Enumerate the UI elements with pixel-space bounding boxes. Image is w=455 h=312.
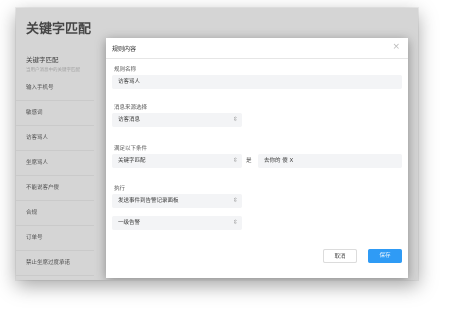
chevron-updown-icon: ⇳ (232, 197, 238, 204)
action-select-value: 发送事件到告警记录面板 (118, 198, 179, 204)
condition-label: 满足以下条件 (114, 146, 148, 152)
condition-type-select[interactable]: 关键字匹配 ⇳ (112, 154, 242, 168)
chevron-updown-icon: ⇳ (232, 157, 238, 164)
rule-name-field[interactable]: 访客骂人 (112, 75, 402, 89)
cancel-button[interactable]: 取消 (323, 249, 357, 263)
action-select[interactable]: 发送事件到告警记录面板 ⇳ (112, 194, 242, 208)
app-window: 关键字匹配 关键字匹配 当用户消息中的关键字匹配 输入手机号 敏感词 访客骂人 … (16, 8, 418, 280)
close-icon[interactable]: × (392, 42, 400, 52)
chevron-updown-icon: ⇳ (232, 219, 238, 226)
source-select[interactable]: 访客消息 ⇳ (112, 113, 242, 127)
condition-value-field[interactable]: 去你的 傻 X (258, 154, 402, 168)
condition-operator: 是 (246, 158, 252, 164)
source-label: 消息来源选择 (114, 105, 148, 111)
execute-label: 执行 (114, 186, 126, 192)
rule-dialog: 规则内容 × 规则名称 访客骂人 消息来源选择 访客消息 ⇳ 满足以下条件 关键… (106, 38, 408, 278)
chevron-updown-icon: ⇳ (232, 116, 238, 123)
level-select-value: 一级告警 (118, 220, 141, 226)
dialog-header: 规则内容 × (106, 38, 408, 59)
dialog-title: 规则内容 (112, 46, 137, 53)
rule-name-label: 规则名称 (114, 67, 137, 73)
source-select-value: 访客消息 (118, 117, 141, 123)
condition-type-value: 关键字匹配 (118, 158, 146, 164)
level-select[interactable]: 一级告警 ⇳ (112, 216, 242, 230)
save-button[interactable]: 保存 (368, 249, 402, 263)
